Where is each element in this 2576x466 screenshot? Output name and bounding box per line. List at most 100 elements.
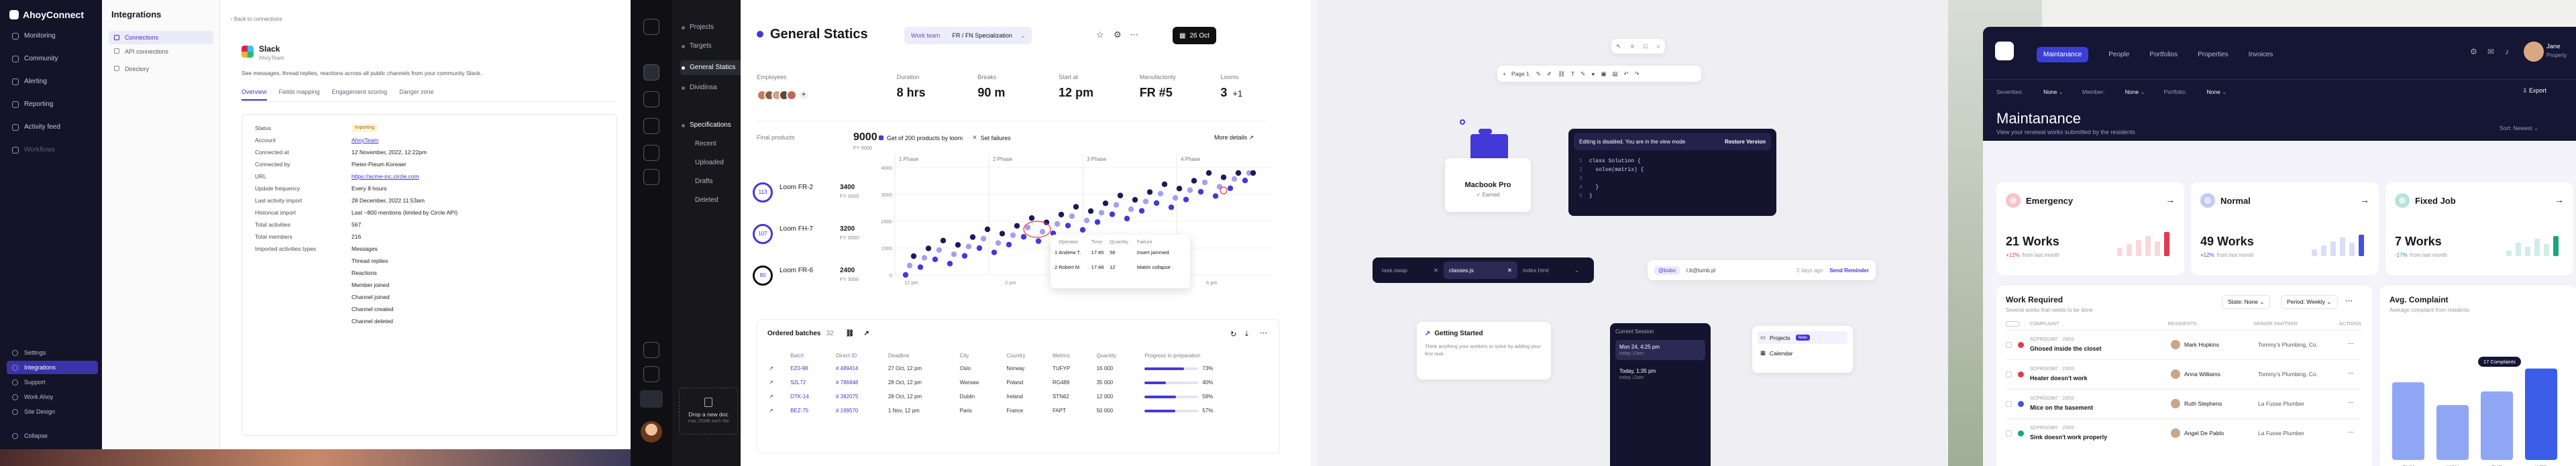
link-icon[interactable]: ⛓ [846, 330, 855, 337]
sub-nav-api[interactable]: API connections [109, 48, 168, 55]
file-tab-active[interactable]: classes.js ✕ [1444, 261, 1517, 279]
external-link-icon[interactable]: ↗ [765, 404, 786, 418]
table-row[interactable]: ↗ BEZ-75 # 199570 1 Nov, 12 pm Paris France FA… [765, 404, 1272, 418]
checkbox[interactable] [2006, 401, 2012, 407]
session-item[interactable]: Mon 24, 4:25 pm today 10am [1615, 340, 1705, 360]
more-icon[interactable]: ⋯ [2345, 296, 2353, 305]
table-cell[interactable]: # 382075 [832, 390, 884, 404]
export-button[interactable]: ⇩ Export [2522, 87, 2546, 95]
nav-maintenance[interactable]: Maintanance [2037, 47, 2089, 62]
pencil-icon[interactable]: ✐ [1547, 70, 1552, 78]
filter-severity[interactable]: Severities: None ⌄ [1996, 89, 2063, 96]
arrow-right-icon[interactable]: → [2360, 194, 2369, 205]
nav-invoices[interactable]: Invoices [2249, 51, 2273, 58]
arrow-right-icon[interactable]: → [2165, 194, 2175, 205]
file-tab[interactable]: index.html ⌄ [1517, 261, 1585, 279]
nav-deleted[interactable]: Deleted [680, 193, 745, 208]
nav-recent[interactable]: Recent [680, 137, 745, 152]
tab-engagement[interactable]: Engagement scoring [332, 89, 388, 99]
nav-integrations[interactable]: Integrations [7, 361, 98, 374]
session-item[interactable]: Today, 1:35 pm today 12am [1615, 364, 1705, 384]
gear-icon[interactable]: ⚙ [2470, 47, 2477, 56]
more-icon[interactable]: ⋯ [2348, 369, 2354, 377]
cursor-icon[interactable]: ↖ [1616, 43, 1621, 50]
work-row[interactable]: SCPRGG987 · 23/03 Heater doesn't work Anna… [2006, 359, 2361, 389]
nav-activity[interactable]: Activity feed [7, 119, 98, 135]
mention-chip[interactable]: @bobo [1654, 266, 1680, 275]
external-link-icon[interactable]: ↗ [765, 361, 786, 375]
table-row[interactable]: ↗ S2L72 # 786848 28 Oct, 12 pm Warsaw Poland R… [765, 375, 1272, 390]
work-row[interactable]: SCPRGG987 · 23/03 Ghosed inside the close… [2006, 330, 2361, 359]
checkbox[interactable] [2006, 342, 2012, 348]
table-cell[interactable]: # 786848 [832, 375, 884, 390]
avatar[interactable] [641, 421, 662, 443]
nav-drafts[interactable]: Drafts [680, 174, 745, 189]
getting-started-card[interactable]: ➚ Getting Started Think anything your wor… [1417, 322, 1551, 380]
work-row[interactable]: SCPRGG987 · 23/03 Mice on the basement Rut… [2006, 389, 2361, 418]
nav-properties[interactable]: Properties [2198, 51, 2229, 58]
text-icon[interactable]: T [1571, 70, 1574, 77]
checkbox[interactable] [2006, 321, 2019, 327]
chevron-icon[interactable]: ⌄ [1574, 267, 1579, 274]
nav-alerting[interactable]: Alerting [7, 74, 98, 90]
avatar[interactable] [2524, 42, 2544, 62]
external-link-icon[interactable]: ↗ [765, 390, 786, 404]
node-handle[interactable] [1479, 129, 1492, 134]
download-icon[interactable]: ⤓ [1245, 330, 1248, 339]
external-icon[interactable]: ↗ [863, 330, 869, 337]
loom-row[interactable]: 80 Loom FR-6 2400 FY 3000 [753, 266, 867, 306]
bell-icon[interactable] [643, 342, 659, 358]
more-icon[interactable]: ⋯ [2348, 340, 2354, 347]
back-link[interactable]: ‹ Back to connections [231, 16, 282, 22]
external-link-icon[interactable]: ↗ [765, 375, 786, 390]
table-cell[interactable]: # 199570 [832, 404, 884, 418]
nav-support[interactable]: Support [7, 375, 98, 389]
nav-reporting[interactable]: Reporting [7, 97, 98, 113]
chart-icon[interactable] [643, 145, 659, 161]
table-cell[interactable]: # 489414 [832, 361, 884, 375]
dot-icon[interactable]: ● [1591, 70, 1595, 77]
nav-work-ahoy[interactable]: Work Ahoy [7, 390, 98, 404]
nav-targets[interactable]: Targets [680, 39, 745, 54]
edit-icon[interactable]: ✎ [1580, 70, 1585, 78]
table-cell[interactable]: DTK-14 [786, 390, 832, 404]
layers-icon[interactable] [643, 64, 659, 80]
state-select[interactable]: State: None ⌄ [2222, 295, 2271, 309]
period-select[interactable]: Period: Weekly ⌄ [2281, 295, 2338, 309]
date-button[interactable]: ▦ 26 Oct [1173, 27, 1216, 44]
add-icon[interactable]: + [1503, 70, 1506, 77]
more-icon[interactable]: ⋯ [2348, 399, 2354, 406]
gear-icon[interactable]: ⚙ [1114, 30, 1122, 40]
tab-fields-mapping[interactable]: Fields mapping [279, 89, 320, 99]
home-icon[interactable] [643, 19, 659, 35]
upload-dropzone[interactable]: Drop a new doc max 25MB each file [679, 388, 738, 434]
nav-community[interactable]: Community [7, 51, 98, 67]
summary-card[interactable]: Normal → 49 Works +12% from last month [2191, 182, 2379, 275]
redo-icon[interactable]: ↷ [1635, 70, 1640, 78]
page-label[interactable]: Page 1 [1511, 70, 1529, 77]
sort-select[interactable]: Sort: Newest ⌄ [2500, 125, 2538, 132]
sub-nav-directory[interactable]: Directory [109, 66, 149, 72]
arrow-right-icon[interactable]: → [2555, 194, 2564, 205]
summary-card[interactable]: Fixed Job → 7 Works -17% from last month [2385, 182, 2573, 275]
node-handle[interactable] [1460, 119, 1465, 125]
nav-specifications[interactable]: Specifications [680, 118, 745, 133]
more-icon[interactable]: ⋯ [1260, 329, 1267, 337]
team-selector[interactable]: Work team FR / FN Specialization ⌄ [904, 27, 1032, 44]
complaint-bar[interactable] [2392, 382, 2424, 460]
circle-icon[interactable]: ○ [1657, 43, 1660, 50]
more-icon[interactable]: ⋯ [1130, 30, 1138, 40]
menu-item-projects[interactable]: ▭ Projects New [1758, 331, 1847, 344]
product-card[interactable]: Macbook Pro ✓ Earned [1445, 158, 1531, 212]
link-icon[interactable]: ⛓ [1558, 70, 1565, 78]
close-icon[interactable]: ✕ [1434, 267, 1438, 274]
checkbox[interactable] [2006, 430, 2012, 436]
nav-general-statics[interactable]: General Statics [680, 60, 745, 75]
table-row[interactable]: ↗ EZ0-98 # 489414 27 Oct, 12 pm Oslo Norway TU… [765, 361, 1272, 375]
tab-overview[interactable]: Overview [241, 89, 267, 101]
work-row[interactable]: SCPRGG987 · 23/03 Sink doesn't work prope… [2006, 418, 2361, 448]
settings-icon[interactable] [643, 366, 659, 382]
complaint-bar[interactable] [2525, 368, 2557, 460]
nav-settings[interactable]: Settings [7, 346, 98, 359]
table-row[interactable]: ↗ DTK-14 # 382075 28 Oct, 12 pm Dublin Irelan… [765, 390, 1272, 404]
